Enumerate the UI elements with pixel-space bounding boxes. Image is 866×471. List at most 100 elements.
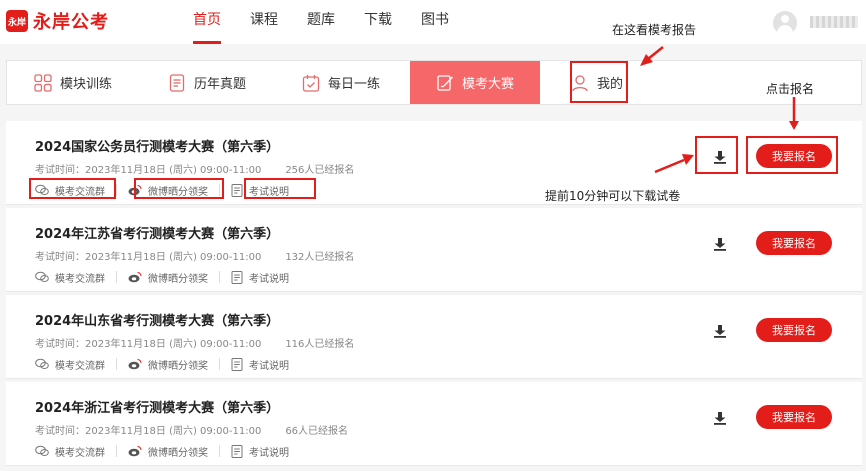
username-blurred[interactable] <box>810 16 858 28</box>
group-chat-link[interactable]: 模考交流群 <box>35 443 105 459</box>
group-chat-label: 模考交流群 <box>55 186 105 198</box>
divider <box>219 271 220 283</box>
weibo-label: 微博晒分领奖 <box>148 273 208 285</box>
weibo-link[interactable]: 微博晒分领奖 <box>128 356 208 372</box>
edit-paper-icon <box>436 74 454 92</box>
contest-links: 模考交流群 微博晒分领奖 考试说明 <box>35 443 289 459</box>
nav-item-download[interactable]: 下载 <box>364 0 392 44</box>
report-hint: 在这看模考报告 <box>612 23 697 37</box>
weibo-icon <box>128 359 142 370</box>
download-icon <box>714 325 726 338</box>
register-button[interactable]: 我要报名 <box>756 144 832 168</box>
contest-meta: 考试时间：2023年11月18日 (周六) 09:00-11:00 66人已经报名 <box>35 422 348 437</box>
weibo-link[interactable]: 微博晒分领奖 <box>128 443 208 459</box>
weibo-icon <box>128 272 142 283</box>
group-chat-label: 模考交流群 <box>55 273 105 285</box>
divider <box>116 445 117 457</box>
exam-notes-link[interactable]: 考试说明 <box>231 356 289 372</box>
download-paper-button[interactable] <box>708 145 732 169</box>
divider <box>116 184 117 196</box>
contest-card: 2024年浙江省考行测模考大赛（第六季） 考试时间：2023年11月18日 (周… <box>6 382 862 466</box>
weibo-link[interactable]: 微博晒分领奖 <box>128 269 208 285</box>
register-button[interactable]: 我要报名 <box>756 318 832 342</box>
page: 永岸 永岸公考 首页 课程 题库 下载 图书 模块训练 历年真题 每日一练 模考… <box>0 0 866 471</box>
tab-label: 模考大赛 <box>462 77 515 92</box>
nav-item-question-bank[interactable]: 题库 <box>307 0 335 44</box>
weibo-link[interactable]: 微博晒分领奖 <box>128 182 208 198</box>
registered-count: 66人已经报名 <box>285 426 349 437</box>
contest-title[interactable]: 2024年山东省考行测模考大赛（第六季） <box>35 310 279 329</box>
top-header: 永岸 永岸公考 首页 课程 题库 下载 图书 <box>0 0 866 44</box>
divider <box>116 358 117 370</box>
registered-count: 116人已经报名 <box>285 339 355 350</box>
exam-notes-link[interactable]: 考试说明 <box>231 182 289 198</box>
register-hint: 点击报名 <box>766 82 815 96</box>
nav-item-books[interactable]: 图书 <box>421 0 449 44</box>
tab-module-training[interactable]: 模块训练 <box>34 61 112 104</box>
divider <box>219 184 220 196</box>
register-button[interactable]: 我要报名 <box>756 231 832 255</box>
calendar-check-icon <box>302 74 320 92</box>
tab-label: 历年真题 <box>194 77 247 92</box>
tab-mine[interactable]: 我的 <box>571 61 623 104</box>
weibo-icon <box>128 185 142 196</box>
exam-notes-label: 考试说明 <box>249 186 289 198</box>
contest-card: 2024年江苏省考行测模考大赛（第六季） 考试时间：2023年11月18日 (周… <box>6 208 862 292</box>
weibo-label: 微博晒分领奖 <box>148 360 208 372</box>
register-button[interactable]: 我要报名 <box>756 405 832 429</box>
tab-mock-contest[interactable]: 模考大赛 <box>410 61 540 104</box>
group-chat-label: 模考交流群 <box>55 447 105 459</box>
contest-meta: 考试时间：2023年11月18日 (周六) 09:00-11:00 116人已经报… <box>35 335 354 350</box>
download-paper-button[interactable] <box>708 232 732 256</box>
chat-bubbles-icon <box>35 184 49 195</box>
download-paper-button[interactable] <box>708 319 732 343</box>
main-nav: 首页 课程 题库 下载 图书 <box>193 0 478 44</box>
logo-text: 永岸公考 <box>33 12 109 33</box>
feature-tabbar: 模块训练 历年真题 每日一练 模考大赛 我的 <box>6 60 862 105</box>
weibo-icon <box>128 446 142 457</box>
group-chat-link[interactable]: 模考交流群 <box>35 356 105 372</box>
contest-meta: 考试时间：2023年11月18日 (周六) 09:00-11:00 132人已经报… <box>35 248 354 263</box>
download-paper-button[interactable] <box>708 406 732 430</box>
grid-icon <box>34 73 52 92</box>
avatar[interactable] <box>773 11 797 35</box>
exam-notes-link[interactable]: 考试说明 <box>231 269 289 285</box>
download-icon <box>714 238 726 251</box>
group-chat-link[interactable]: 模考交流群 <box>35 182 105 198</box>
nav-item-home[interactable]: 首页 <box>193 0 221 44</box>
exam-notes-label: 考试说明 <box>249 273 289 285</box>
contest-card: 2024国家公务员行测模考大赛（第六季） 考试时间：2023年11月18日 (周… <box>6 121 862 205</box>
nav-item-courses[interactable]: 课程 <box>250 0 278 44</box>
user-icon <box>571 74 589 92</box>
divider <box>116 271 117 283</box>
note-icon <box>231 270 243 284</box>
weibo-label: 微博晒分领奖 <box>148 186 208 198</box>
download-icon <box>714 151 726 164</box>
group-chat-link[interactable]: 模考交流群 <box>35 269 105 285</box>
contest-title[interactable]: 2024国家公务员行测模考大赛（第六季） <box>35 136 279 155</box>
divider <box>219 445 220 457</box>
registered-count: 256人已经报名 <box>285 165 355 176</box>
exam-time: 考试时间：2023年11月18日 (周六) 09:00-11:00 <box>35 426 262 437</box>
contest-meta: 考试时间：2023年11月18日 (周六) 09:00-11:00 256人已经报… <box>35 161 354 176</box>
divider <box>219 358 220 370</box>
contest-title[interactable]: 2024年浙江省考行测模考大赛（第六季） <box>35 397 279 416</box>
exam-time: 考试时间：2023年11月18日 (周六) 09:00-11:00 <box>35 339 262 350</box>
exam-notes-label: 考试说明 <box>249 360 289 372</box>
contest-title[interactable]: 2024年江苏省考行测模考大赛（第六季） <box>35 223 279 242</box>
contest-card: 2024年山东省考行测模考大赛（第六季） 考试时间：2023年11月18日 (周… <box>6 295 862 379</box>
group-chat-label: 模考交流群 <box>55 360 105 372</box>
tab-daily-practice[interactable]: 每日一练 <box>302 61 380 104</box>
logo-badge: 永岸 <box>6 10 28 32</box>
document-icon <box>168 73 186 92</box>
download-hint: 提前10分钟可以下载试卷 <box>545 189 681 203</box>
note-icon <box>231 357 243 371</box>
tab-past-papers[interactable]: 历年真题 <box>168 61 246 104</box>
tab-label: 每日一练 <box>328 77 381 92</box>
registered-count: 132人已经报名 <box>285 252 355 263</box>
contest-links: 模考交流群 微博晒分领奖 考试说明 <box>35 356 289 372</box>
chat-bubbles-icon <box>35 358 49 369</box>
logo[interactable]: 永岸 永岸公考 <box>6 8 109 34</box>
exam-notes-link[interactable]: 考试说明 <box>231 443 289 459</box>
contest-links: 模考交流群 微博晒分领奖 考试说明 <box>35 269 289 285</box>
